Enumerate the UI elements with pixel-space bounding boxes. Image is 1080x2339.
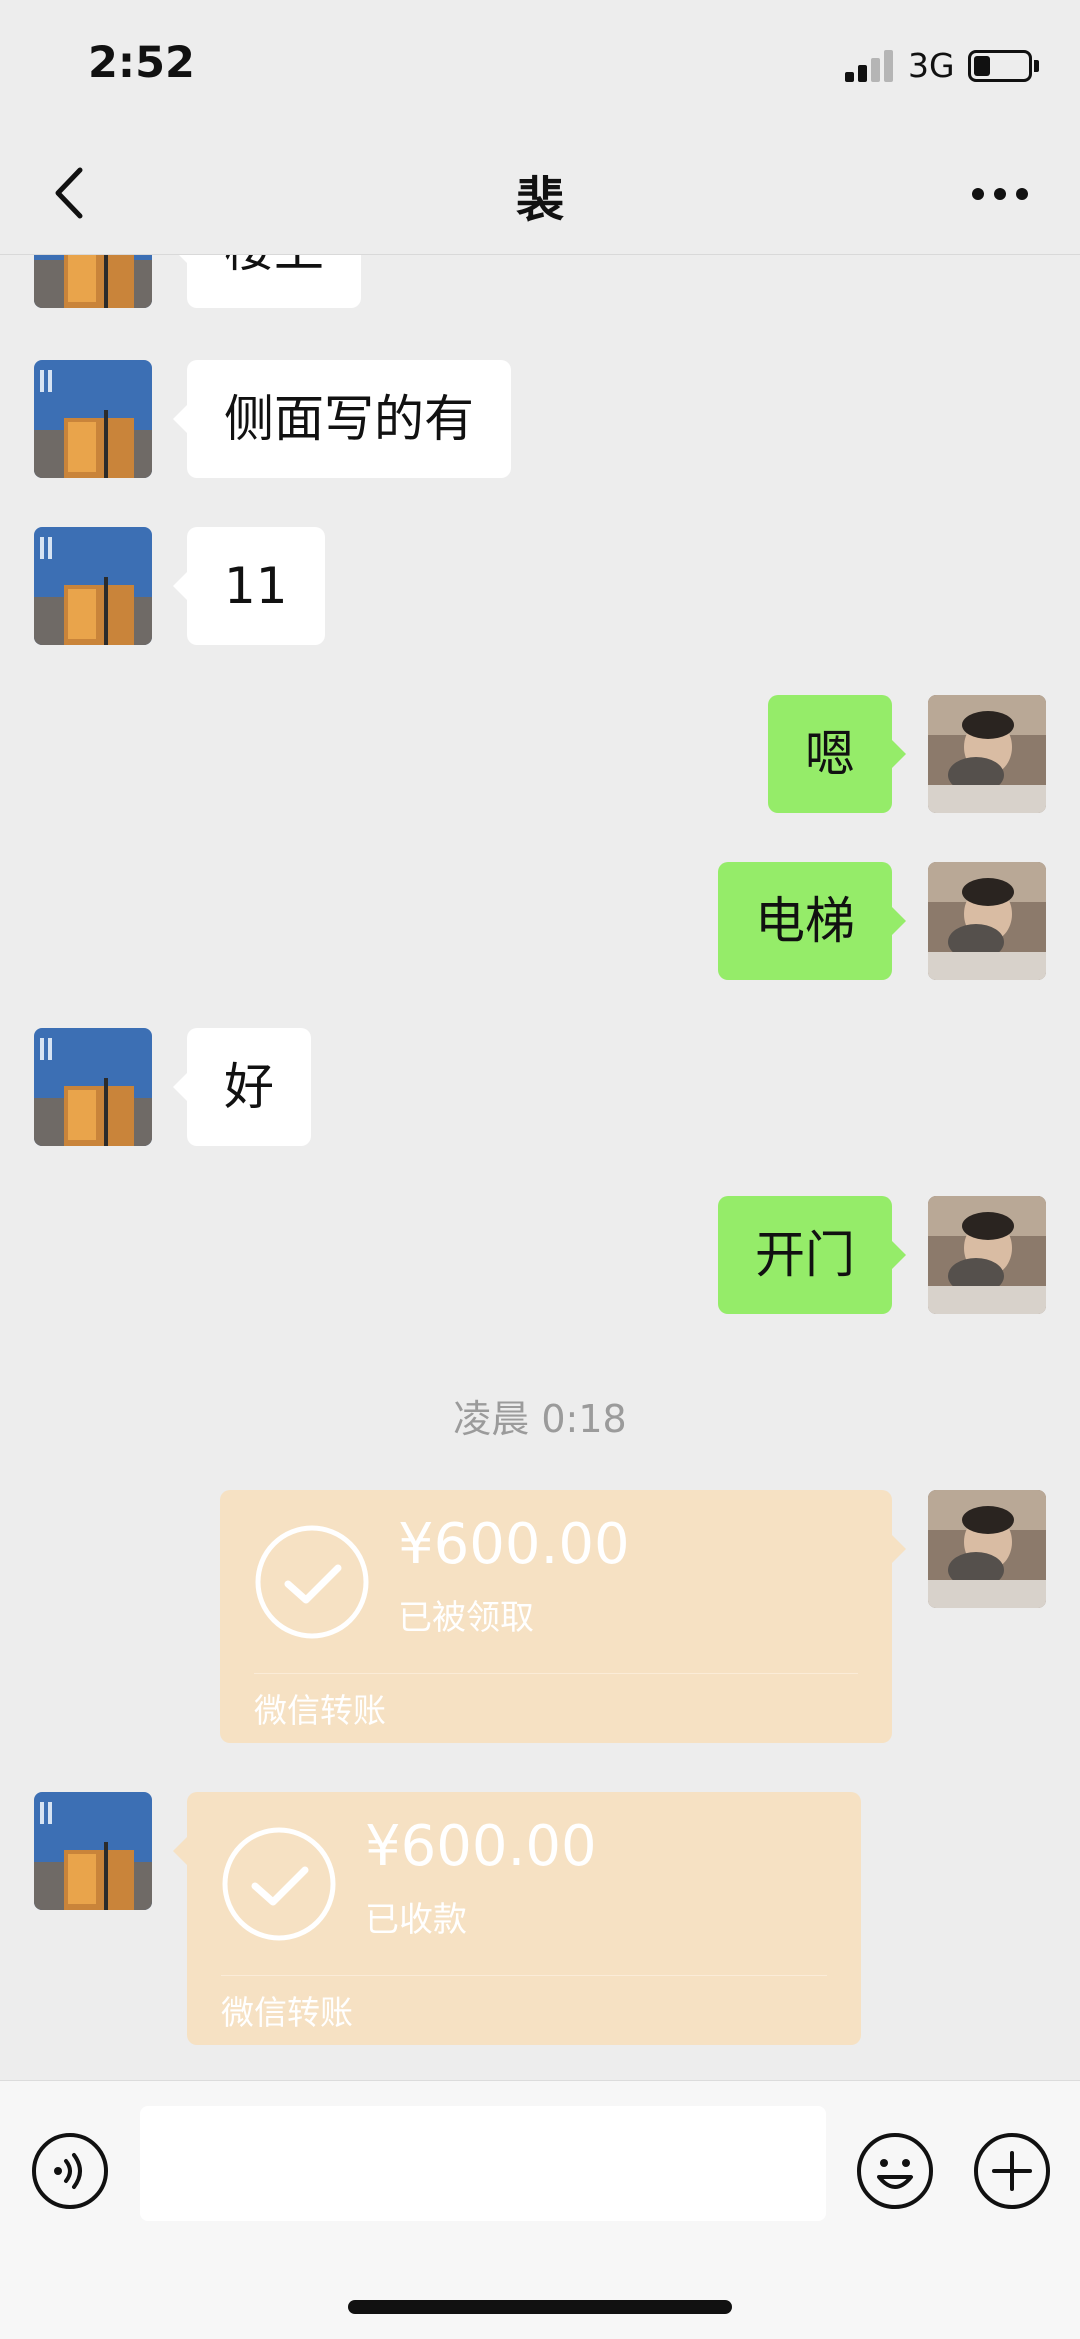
message-bubble-incoming[interactable]: 楼上 [173, 255, 361, 308]
transfer-status: 已收款 [365, 1900, 467, 1940]
emoji-button[interactable] [855, 2131, 935, 2211]
self-avatar[interactable] [928, 1196, 1046, 1314]
transfer-amount: ¥600.00 [365, 1814, 597, 1879]
contact-avatar[interactable] [34, 360, 152, 478]
message-bubble-incoming[interactable]: 好 [173, 1028, 311, 1146]
emoji-icon [857, 2133, 933, 2209]
transfer-footer: 微信转账 [254, 1691, 386, 1730]
transfer-amount: ¥600.00 [398, 1512, 630, 1577]
more-button[interactable] [960, 158, 1040, 228]
message-bubble-outgoing[interactable]: 开门 [718, 1196, 906, 1314]
voice-button[interactable] [30, 2131, 110, 2211]
message-bubble-outgoing[interactable]: 嗯 [768, 695, 906, 813]
nav-bar: 裴 [0, 130, 1080, 255]
ellipsis-icon [972, 188, 1028, 200]
voice-icon [32, 2133, 108, 2209]
status-time: 2:52 [88, 38, 195, 88]
contact-avatar[interactable] [34, 1028, 152, 1146]
self-avatar[interactable] [928, 1490, 1046, 1608]
contact-avatar[interactable] [34, 255, 152, 308]
transfer-footer: 微信转账 [221, 1993, 353, 2032]
message-bubble-incoming[interactable]: 11 [173, 527, 325, 645]
message-timestamp: 凌晨 0:18 [453, 1397, 627, 1441]
message-bubble-outgoing[interactable]: 电梯 [718, 862, 906, 980]
check-circle-icon [222, 1827, 336, 1941]
battery-icon [968, 50, 1032, 82]
message-input[interactable] [140, 2106, 826, 2221]
chat-title: 裴 [515, 172, 564, 228]
message-bubble-incoming[interactable]: 侧面写的有 [173, 360, 511, 478]
home-indicator[interactable] [348, 2300, 732, 2314]
check-circle-icon [255, 1525, 369, 1639]
self-avatar[interactable] [928, 862, 1046, 980]
transfer-card-incoming[interactable]: ¥600.00 已收款 微信转账 [173, 1792, 861, 2045]
transfer-divider [221, 1975, 827, 1976]
transfer-divider [254, 1673, 858, 1674]
contact-avatar[interactable] [34, 527, 152, 645]
self-avatar[interactable] [928, 695, 1046, 813]
transfer-status: 已被领取 [398, 1598, 534, 1638]
signal-icon [845, 48, 895, 82]
network-label: 3G [908, 46, 955, 85]
plus-icon [974, 2133, 1050, 2209]
plus-button[interactable] [972, 2131, 1052, 2211]
contact-avatar[interactable] [34, 1792, 152, 1910]
transfer-card-outgoing[interactable]: ¥600.00 已被领取 微信转账 [220, 1490, 906, 1743]
chat-area[interactable]: 楼上 侧面写的有 11 嗯 电梯 好 开门 凌晨 0:18 ¥600.00 已被… [0, 255, 1080, 2080]
status-bar: 2:52 3G [0, 0, 1080, 130]
